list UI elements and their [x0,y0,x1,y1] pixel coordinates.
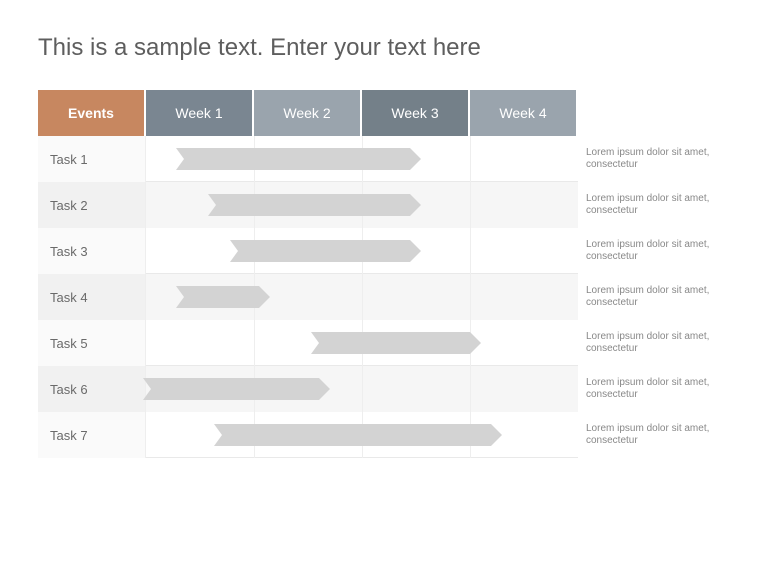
gantt-row: Task 4 [38,274,578,320]
gantt-header-week1: Week 1 [146,90,254,136]
gantt-bar [238,240,411,262]
gantt-row-note: Lorem ipsum dolor sit amet, consectetur [586,320,730,366]
gantt-gridline [470,274,471,320]
gantt-header-week2: Week 2 [254,90,362,136]
gantt-row-body [146,136,578,182]
gantt-row-note: Lorem ipsum dolor sit amet, consectetur [586,366,730,412]
gantt-row: Task 2 [38,182,578,228]
gantt-row-label: Task 2 [38,182,146,228]
gantt-row: Task 5 [38,320,578,366]
gantt-gridline [254,320,255,366]
gantt-row: Task 1 [38,136,578,182]
gantt-header-week3: Week 3 [362,90,470,136]
gantt-notes-column: Lorem ipsum dolor sit amet, consecteturL… [578,90,730,458]
gantt-row-label: Task 4 [38,274,146,320]
gantt-row-body [146,320,578,366]
gantt-rows: Task 1Task 2Task 3Task 4Task 5Task 6Task… [38,136,578,458]
gantt-row: Task 7 [38,412,578,458]
gantt-row-label: Task 3 [38,228,146,274]
gantt-row-body [146,274,578,320]
gantt-bar [184,286,259,308]
gantt-gridline [362,366,363,412]
gantt-header-events: Events [38,90,146,136]
gantt-row-note: Lorem ipsum dolor sit amet, consectetur [586,274,730,320]
gantt-bar [216,194,410,216]
gantt-row-note: Lorem ipsum dolor sit amet, consectetur [586,136,730,182]
gantt-gridline [362,274,363,320]
gantt-bar [151,378,318,400]
slide-title: This is a sample text. Enter your text h… [38,34,730,62]
gantt-row: Task 6 [38,366,578,412]
gantt-gridline [470,182,471,228]
gantt-row-body [146,412,578,458]
gantt-bar [222,424,492,446]
gantt-row-note: Lorem ipsum dolor sit amet, consectetur [586,228,730,274]
gantt-row: Task 3 [38,228,578,274]
gantt-bar [184,148,411,170]
gantt-row-label: Task 5 [38,320,146,366]
gantt-row-label: Task 7 [38,412,146,458]
slide: This is a sample text. Enter your text h… [0,0,768,576]
gantt-gridline [470,366,471,412]
gantt-row-label: Task 6 [38,366,146,412]
gantt-row-label: Task 1 [38,136,146,182]
gantt-row-note: Lorem ipsum dolor sit amet, consectetur [586,412,730,458]
gantt-row-body [146,182,578,228]
gantt-row-note: Lorem ipsum dolor sit amet, consectetur [586,182,730,228]
gantt-gridline [470,136,471,182]
gantt-row-body [146,366,578,412]
gantt-chart: Events Week 1 Week 2 Week 3 Week 4 Task … [38,90,730,458]
gantt-bar [319,332,470,354]
gantt-header-week4: Week 4 [470,90,578,136]
gantt-header-row: Events Week 1 Week 2 Week 3 Week 4 [38,90,578,136]
gantt-row-body [146,228,578,274]
gantt-gridline [470,228,471,274]
gantt-grid: Events Week 1 Week 2 Week 3 Week 4 Task … [38,90,578,458]
